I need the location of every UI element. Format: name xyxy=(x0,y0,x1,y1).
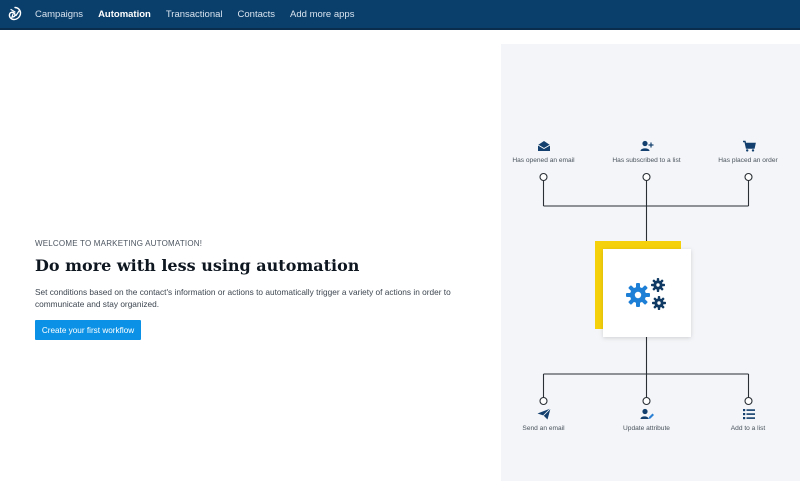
action-update-attribute-label: Update attribute xyxy=(623,425,670,432)
user-add-icon xyxy=(640,140,654,151)
action-add-to-list-label: Add to a list xyxy=(730,425,766,432)
gears-icon xyxy=(626,278,666,310)
nav-transactional[interactable]: Transactional xyxy=(166,9,223,20)
create-workflow-button[interactable]: Create your first workflow xyxy=(35,320,141,340)
top-nav-bar: Campaigns Automation Transactional Conta… xyxy=(0,0,800,30)
email-open-icon xyxy=(537,141,551,151)
send-icon xyxy=(537,408,551,420)
trigger-opened-email-label: Has opened an email xyxy=(512,157,575,164)
nav-campaigns[interactable]: Campaigns xyxy=(35,9,83,20)
automation-description: Set conditions based on the contact's in… xyxy=(35,287,451,309)
page-title: Do more with less using automation xyxy=(35,256,360,275)
welcome-eyebrow: WELCOME TO MARKETING AUTOMATION! xyxy=(35,239,203,248)
list-icon xyxy=(743,409,755,420)
nav-add-more-apps[interactable]: Add more apps xyxy=(290,9,354,20)
action-send-email-label: Send an email xyxy=(522,425,565,432)
workflow-diagram: Has opened an email Has subscribed to a … xyxy=(501,44,800,481)
nav-automation[interactable]: Automation xyxy=(98,9,151,20)
user-edit-icon xyxy=(640,408,654,419)
nav-contacts[interactable]: Contacts xyxy=(238,9,276,20)
sendinblue-logo-icon[interactable] xyxy=(7,6,23,22)
trigger-placed-order-label: Has placed an order xyxy=(718,157,778,164)
trigger-subscribed-list-label: Has subscribed to a list xyxy=(612,157,681,164)
cart-icon xyxy=(743,140,756,152)
